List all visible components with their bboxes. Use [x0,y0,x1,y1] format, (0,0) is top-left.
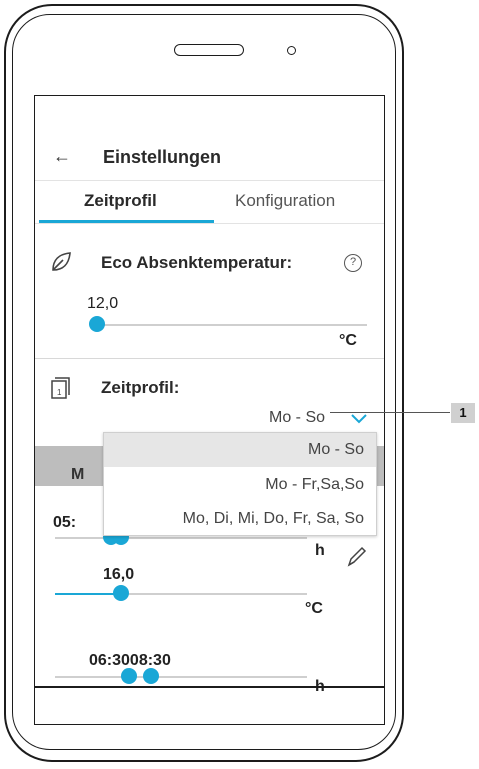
camera-dot [287,46,296,55]
app-screen: ← Einstellungen Zeitprofil Konfiguration… [34,95,385,725]
calendar-icon: 1 [51,377,70,399]
page-title: Einstellungen [103,147,222,167]
period3-track[interactable] [55,676,307,678]
speaker-slot [174,44,244,56]
arrow-left-icon[interactable]: ← [53,146,71,167]
eco-slider-track[interactable] [97,324,367,326]
period1-unit: h [315,542,325,559]
period1-track[interactable] [55,537,307,539]
period1-time: 05: [53,514,77,531]
eco-unit-label: °C [339,332,357,349]
leaf-icon [52,252,71,271]
bottom-divider [35,686,384,688]
chevron-down-icon[interactable] [351,414,367,424]
period3-knob-start[interactable] [121,668,137,684]
pencil-icon[interactable] [345,545,367,569]
svg-text:1: 1 [57,388,62,397]
dropdown-option[interactable]: Mo - So [104,433,376,467]
section-divider [35,358,384,359]
question-icon[interactable]: ? [344,254,362,272]
dropdown-option[interactable]: Mo, Di, Mi, Do, Fr, Sa, So [104,502,376,536]
zeitprofil-label: Zeitprofil: [101,378,180,397]
header-divider [35,180,384,181]
period3-knob-end[interactable] [143,668,159,684]
period2-track[interactable] [123,593,307,595]
eco-slider-knob[interactable] [89,316,105,332]
day-range-select[interactable]: Mo - So [269,409,325,427]
callout-line [330,412,450,413]
tab-divider [35,223,384,224]
eco-temperature-value: 12,0 [87,295,119,312]
period2-unit: °C [305,600,323,617]
callout-number: 1 [451,403,475,423]
day-header-label: M [71,466,85,483]
period2-knob[interactable] [113,585,129,601]
eco-temperature-label: Eco Absenktemperatur: [101,253,293,272]
period2-temperature: 16,0 [103,566,135,583]
day-range-dropdown: Mo - So Mo - Fr,Sa,So Mo, Di, Mi, Do, Fr… [103,432,377,536]
tab-konfiguration[interactable]: Konfiguration [235,191,335,211]
dropdown-option[interactable]: Mo - Fr,Sa,So [104,468,376,502]
tab-zeitprofil[interactable]: Zeitprofil [84,191,157,211]
